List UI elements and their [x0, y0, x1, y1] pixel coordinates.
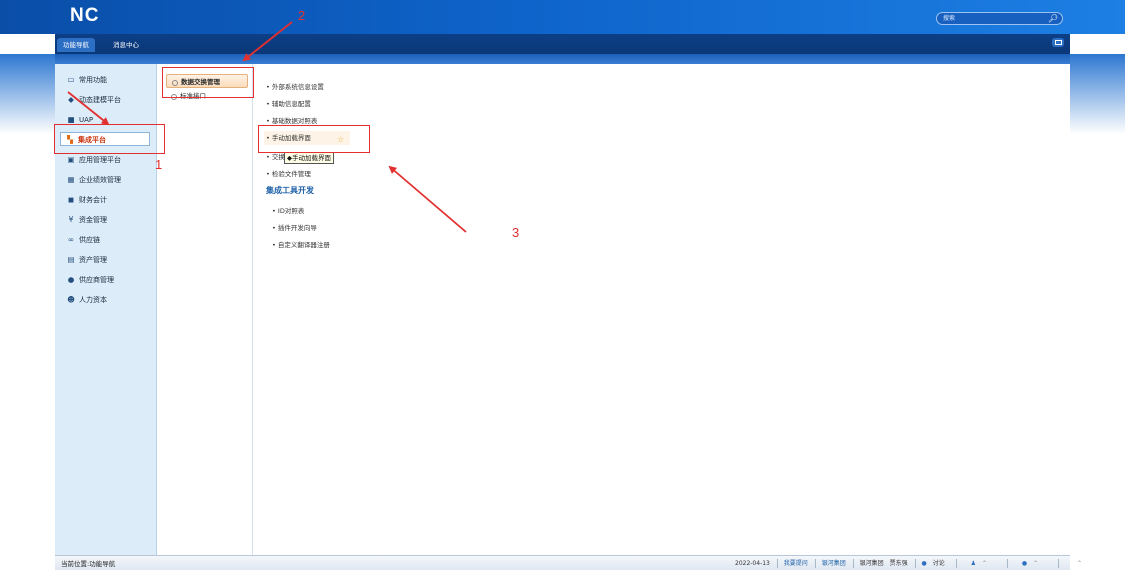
chevron-up-icon: ⌃: [1033, 560, 1039, 567]
org-name: 银河集团: [859, 560, 884, 567]
current-location: 当前位置:功能导航: [61, 560, 116, 568]
chevron-up-icon: ⌃: [981, 560, 987, 567]
chevron-up-icon: ⌃: [1077, 560, 1083, 567]
status-right: 2022-04-13 我要提问 银河集团 银河集团 贾东强 ● 讨论 ♟ ⌃ ●…: [735, 558, 1090, 569]
arrow-1: [67, 91, 110, 126]
ask-question-link[interactable]: 我要提问: [784, 558, 808, 567]
user-name[interactable]: 贾东强: [890, 558, 908, 567]
discuss-button[interactable]: ● 讨论: [922, 558, 949, 567]
group-link[interactable]: 银河集团: [822, 558, 846, 567]
user-menu-button[interactable]: ♟ ⌃: [971, 560, 991, 567]
globe-icon: ●: [921, 560, 927, 567]
arrow-3: [388, 165, 467, 233]
status-date: 2022-04-13: [735, 560, 770, 567]
help-icon: ●: [1021, 560, 1028, 567]
expand-button[interactable]: ⌃: [1077, 560, 1086, 567]
arrow-2: [242, 21, 293, 62]
user-icon: ♟: [970, 560, 977, 567]
annotation-arrows: [67, 21, 467, 233]
status-bar: 当前位置:功能导航 2022-04-13 我要提问 银河集团 银河集团 贾东强 …: [55, 555, 1082, 570]
help-menu-button[interactable]: ● ⌃: [1022, 560, 1042, 567]
